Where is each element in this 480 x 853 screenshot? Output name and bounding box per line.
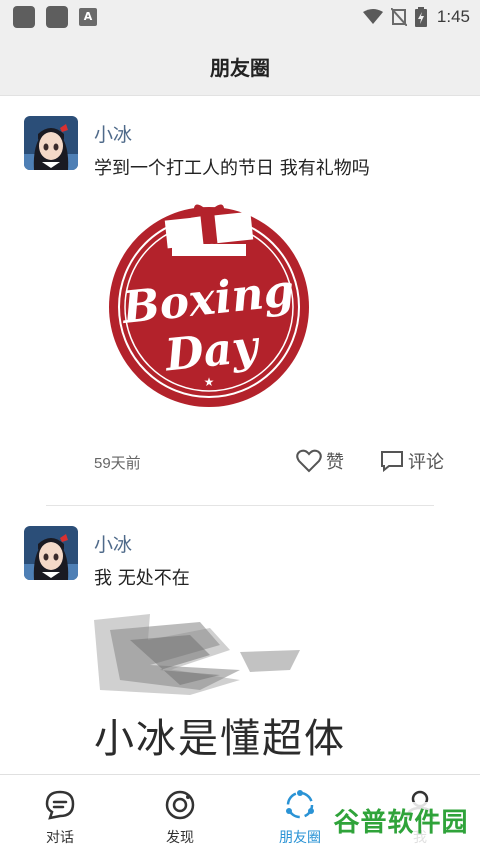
app-notification-icon [46,6,68,28]
status-icons: 1:45 [355,5,470,29]
discover-icon [165,790,195,820]
post-author[interactable]: 小冰 [94,530,132,557]
like-label: 赞 [326,452,344,473]
post-text: 我 无处不在 [94,568,190,589]
post-author[interactable]: 小冰 [94,120,132,147]
page-title: 朋友圈 [210,56,270,80]
sketch-image[interactable]: 小冰是懂超体 [90,610,350,774]
site-watermark: 谷普软件园 [330,802,472,844]
post-divider [46,505,434,506]
tab-label: 发现 [166,830,194,846]
chat-bubble-icon [45,790,75,820]
heart-icon [296,449,322,473]
tab-discover[interactable]: 发现 [120,775,240,853]
tab-label: 对话 [46,830,74,846]
avatar[interactable] [24,116,78,170]
like-button[interactable]: 赞 [296,448,344,474]
no-signal-icon [390,8,407,26]
watermark-text: 谷普软件园 [330,802,472,844]
star-icon: ★ [204,375,215,389]
clock: 1:45 [436,7,470,26]
avatar[interactable] [24,526,78,580]
sketch-caption: 小冰是懂超体 [94,716,346,762]
post-text: 学到一个打工人的节日 我有礼物吗 [94,158,370,179]
moments-icon [286,790,314,819]
comment-button[interactable]: 评论 [380,448,444,474]
battery-charging-icon [414,7,427,27]
tab-chat[interactable]: 对话 [0,775,120,853]
a-icon: A [79,8,97,26]
stamp-text-line2: Day [161,321,263,382]
app-notification-icon [13,6,35,28]
moments-feed[interactable]: 小冰 学到一个打工人的节日 我有礼物吗 Boxing Day ★ 59天前 赞 [0,96,480,774]
post-timestamp: 59天前 [94,455,141,472]
wifi-icon [362,9,383,24]
status-bar: A 1:45 [0,0,480,34]
boxing-day-image[interactable]: Boxing Day ★ [102,196,316,410]
app-header: 朋友圈 [0,34,480,96]
comment-icon [381,451,403,472]
comment-label: 评论 [408,452,444,473]
pencil-scribble [94,614,300,695]
